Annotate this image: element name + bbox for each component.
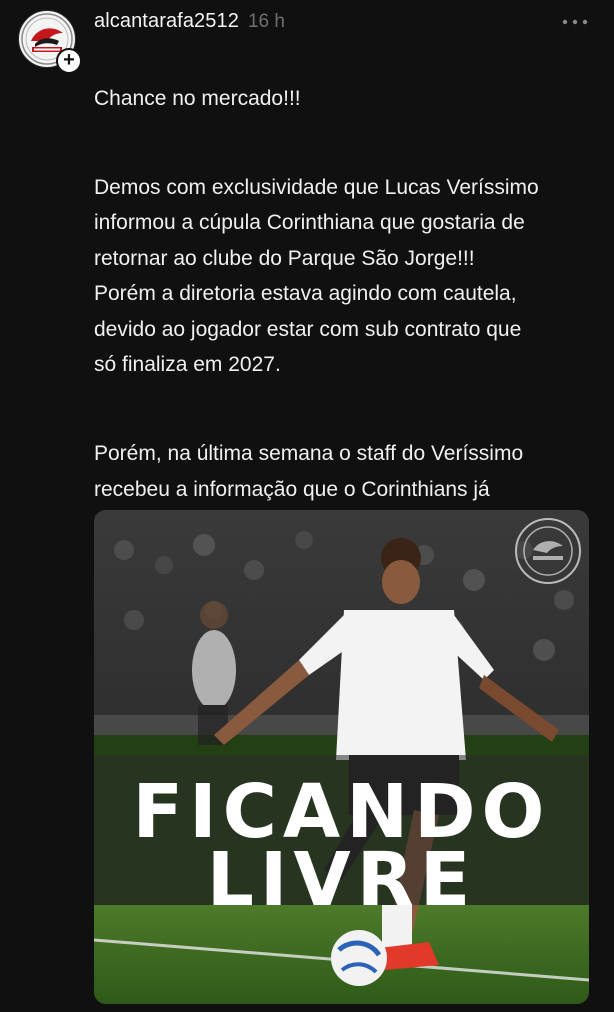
post-timestamp: 16 h <box>247 11 285 32</box>
post-header: alcantarafa2512 16 h <box>94 10 285 38</box>
post-paragraph: Demos com exclusividade que Lucas Veríss… <box>94 175 539 377</box>
follow-plus-icon[interactable]: + <box>56 48 82 74</box>
watermark-logo-icon <box>515 518 581 584</box>
post-image[interactable]: FICANDO LIVRE <box>94 510 589 1004</box>
more-options-button[interactable] <box>560 8 590 36</box>
thread-post: + alcantarafa2512 16 h Chance no mercado… <box>0 0 614 1012</box>
player-photo <box>94 510 589 1004</box>
avatar-container[interactable]: + <box>18 10 82 74</box>
post-title: Chance no mercado!!! <box>94 86 301 110</box>
username[interactable]: alcantarafa2512 <box>94 10 239 33</box>
image-overlay-line-2: LIVRE <box>206 837 477 923</box>
more-horizontal-icon <box>562 19 588 25</box>
